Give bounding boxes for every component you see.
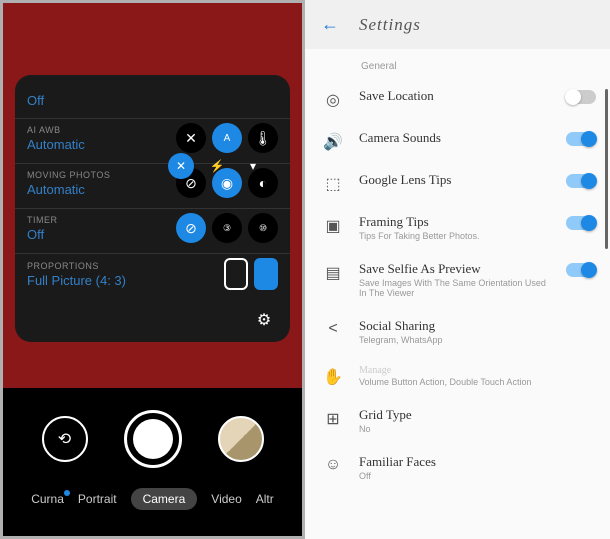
top-icon-row: ✕ ⚡ ▾: [168, 153, 266, 179]
setting-value: Off: [27, 227, 176, 242]
ratio-tall-icon[interactable]: [224, 258, 248, 290]
setting-save-selfie[interactable]: ▤ Save Selfie As Preview Save Images Wit…: [305, 251, 610, 308]
camera-app: ✕ ⚡ ▾ Off AI AWB Automatic ✕ A 🌡 MOVING …: [0, 0, 305, 539]
setting-proportions[interactable]: PROPORTIONS Full Picture (4: 3): [15, 254, 290, 300]
shutter-button[interactable]: [124, 410, 182, 468]
setting-familiar-faces[interactable]: ☺ Familiar Faces Off: [305, 444, 610, 491]
setting-value: Automatic: [27, 137, 176, 152]
mode-curna[interactable]: Curna: [31, 492, 64, 506]
settings-panel: ← Settings General ◎ Save Location 🔊 Cam…: [305, 0, 610, 539]
scrollbar[interactable]: [605, 89, 608, 249]
awb-auto-icon[interactable]: A: [212, 123, 242, 153]
back-arrow-icon[interactable]: ←: [321, 14, 339, 35]
timer-3s-icon[interactable]: ③: [212, 213, 242, 243]
timer-10s-icon[interactable]: ⑩: [248, 213, 278, 243]
setting-value: Full Picture (4: 3): [27, 273, 224, 288]
lens-icon: ⬚: [323, 172, 343, 194]
settings-header: ← Settings: [305, 0, 610, 49]
toggle-camera-sounds[interactable]: [566, 132, 596, 146]
settings-title: Settings: [359, 15, 421, 35]
setting-grid-type[interactable]: ⊞ Grid Type No: [305, 397, 610, 444]
setting-framing-tips[interactable]: ▣ Framing Tips Tips For Taking Better Ph…: [305, 204, 610, 251]
toggle-framing-tips[interactable]: [566, 216, 596, 230]
selfie-icon: ▤: [323, 261, 343, 283]
mode-selector: Curna Portrait Camera Video Altr: [3, 468, 302, 510]
frame-icon: ▣: [323, 214, 343, 236]
gear-icon[interactable]: ⚙: [250, 306, 278, 334]
switch-camera-button[interactable]: ⟲: [42, 416, 88, 462]
mode-altr[interactable]: Altr: [256, 492, 274, 506]
mode-camera[interactable]: Camera: [131, 488, 198, 510]
sound-icon: 🔊: [323, 130, 343, 152]
setting-label: AI AWB: [27, 125, 176, 135]
awb-temp-icon[interactable]: 🌡: [248, 123, 278, 153]
toggle-save-location[interactable]: [566, 90, 596, 104]
section-general: General: [305, 49, 610, 78]
setting-flash[interactable]: Off: [15, 87, 290, 119]
effect-icon[interactable]: ▾: [240, 153, 266, 179]
setting-label: PROPORTIONS: [27, 261, 224, 271]
timer-off-icon[interactable]: ⊘: [176, 213, 206, 243]
setting-timer[interactable]: TIMER Off ⊘ ③ ⑩: [15, 209, 290, 254]
gesture-icon: ✋: [323, 365, 343, 387]
mode-portrait[interactable]: Portrait: [78, 492, 117, 506]
setting-save-location[interactable]: ◎ Save Location: [305, 78, 610, 120]
share-icon: <: [323, 318, 343, 338]
setting-label: TIMER: [27, 215, 176, 225]
setting-google-lens[interactable]: ⬚ Google Lens Tips: [305, 162, 610, 204]
setting-label: MOVING PHOTOS: [27, 170, 176, 180]
mode-video[interactable]: Video: [211, 492, 241, 506]
settings-list[interactable]: General ◎ Save Location 🔊 Camera Sounds …: [305, 49, 610, 539]
location-icon: ◎: [323, 88, 343, 110]
setting-value: Automatic: [27, 182, 176, 197]
setting-camera-sounds[interactable]: 🔊 Camera Sounds: [305, 120, 610, 162]
flash-icon[interactable]: ⚡: [204, 153, 230, 179]
setting-manage[interactable]: ✋ Manage Volume Button Action, Double To…: [305, 355, 610, 397]
face-icon: ☺: [323, 454, 343, 474]
gallery-preview-button[interactable]: [218, 416, 264, 462]
grid-icon: ⊞: [323, 407, 343, 429]
ratio-43-icon[interactable]: [254, 258, 278, 290]
setting-social-sharing[interactable]: < Social Sharing Telegram, WhatsApp: [305, 308, 610, 355]
awb-off-icon[interactable]: ✕: [176, 123, 206, 153]
toggle-save-selfie[interactable]: [566, 263, 596, 277]
camera-settings-overlay: ✕ ⚡ ▾ Off AI AWB Automatic ✕ A 🌡 MOVING …: [15, 75, 290, 342]
camera-bottom-bar: ⟲ Curna Portrait Camera Video Altr: [3, 388, 302, 536]
toggle-google-lens[interactable]: [566, 174, 596, 188]
tool-icon[interactable]: ✕: [168, 153, 194, 179]
setting-value: Off: [27, 93, 278, 108]
